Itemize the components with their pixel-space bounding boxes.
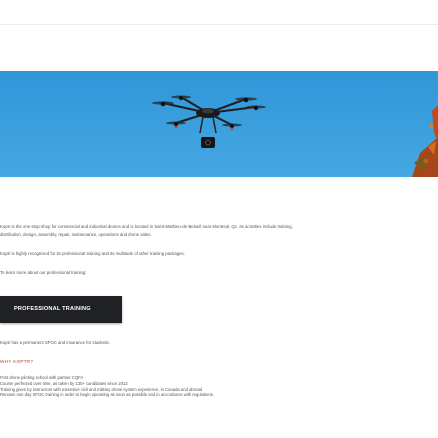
intro-line-1: Koptr is the one-stop-shop for commercia… [0, 224, 293, 229]
professional-training-button[interactable]: PROFESSIONAL TRAINING [0, 296, 122, 323]
intro-line-3: Koptr is highly recognized for its profe… [0, 251, 185, 256]
intro-line-2: distribution, design, assembly, repair, … [0, 232, 152, 237]
list-item: Renown one day SFOC training in order to… [0, 392, 214, 398]
why-koptr-heading: WHY KOPTR? [0, 359, 34, 364]
top-bar [0, 0, 438, 25]
permanent-sfoc-note: Koptr has a permanent SFOC and insurance… [0, 340, 110, 345]
drone-photo [0, 71, 438, 177]
hero-banner [0, 71, 438, 177]
why-koptr-list: First drone piloting school with partner… [0, 375, 438, 398]
intro-line-4: To learn more about our professional tra… [0, 270, 87, 275]
